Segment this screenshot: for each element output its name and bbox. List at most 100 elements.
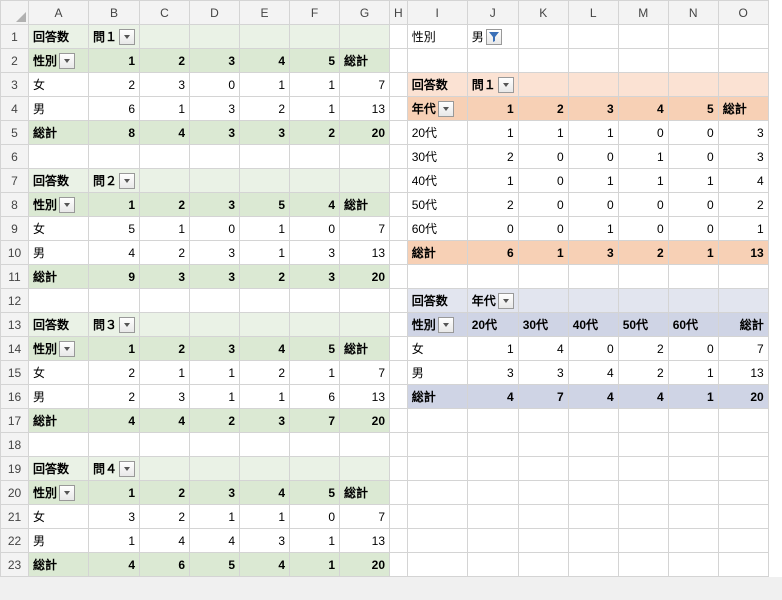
cell-I18[interactable] <box>407 433 467 457</box>
cell-I3[interactable]: 回答数 <box>407 73 467 97</box>
cell-H1[interactable] <box>390 25 408 49</box>
cell-G8[interactable]: 総計 <box>340 193 390 217</box>
cell-H20[interactable] <box>390 481 408 505</box>
row-header-7[interactable]: 7 <box>1 169 29 193</box>
cell-H13[interactable] <box>390 313 408 337</box>
cell-A6[interactable] <box>29 145 89 169</box>
cell-J17[interactable] <box>467 409 518 433</box>
cell-B1[interactable]: 問１ <box>89 25 140 49</box>
row-header-17[interactable]: 17 <box>1 409 29 433</box>
cell-H5[interactable] <box>390 121 408 145</box>
row-header-23[interactable]: 23 <box>1 553 29 577</box>
cell-C13[interactable] <box>140 313 190 337</box>
cell-O10[interactable]: 13 <box>718 241 768 265</box>
cell-N11[interactable] <box>668 265 718 289</box>
cell-O8[interactable]: 2 <box>718 193 768 217</box>
cell-A11[interactable]: 総計 <box>29 265 89 289</box>
cell-N6[interactable]: 0 <box>668 145 718 169</box>
cell-H10[interactable] <box>390 241 408 265</box>
cell-B7[interactable]: 問２ <box>89 169 140 193</box>
cell-L6[interactable]: 0 <box>568 145 618 169</box>
cell-I4[interactable]: 年代 <box>407 97 467 121</box>
cell-J14[interactable]: 1 <box>467 337 518 361</box>
cell-J19[interactable] <box>467 457 518 481</box>
cell-O2[interactable] <box>718 49 768 73</box>
cell-A9[interactable]: 女 <box>29 217 89 241</box>
cell-N7[interactable]: 1 <box>668 169 718 193</box>
cell-N18[interactable] <box>668 433 718 457</box>
cell-J5[interactable]: 1 <box>467 121 518 145</box>
col-header-D[interactable]: D <box>190 1 240 25</box>
cell-J8[interactable]: 2 <box>467 193 518 217</box>
cell-D18[interactable] <box>190 433 240 457</box>
cell-D4[interactable]: 3 <box>190 97 240 121</box>
cell-H7[interactable] <box>390 169 408 193</box>
cell-N8[interactable]: 0 <box>668 193 718 217</box>
cell-G17[interactable]: 20 <box>340 409 390 433</box>
cell-A1[interactable]: 回答数 <box>29 25 89 49</box>
pivot4-column-dropdown[interactable] <box>119 461 135 477</box>
cell-G15[interactable]: 7 <box>340 361 390 385</box>
cell-L16[interactable]: 4 <box>568 385 618 409</box>
cell-L23[interactable] <box>568 553 618 577</box>
pivot4-row-dropdown[interactable] <box>59 485 75 501</box>
cell-I19[interactable] <box>407 457 467 481</box>
cell-I8[interactable]: 50代 <box>407 193 467 217</box>
pivot2-row-dropdown[interactable] <box>59 197 75 213</box>
cell-K16[interactable]: 7 <box>518 385 568 409</box>
cell-M12[interactable] <box>618 289 668 313</box>
cell-E11[interactable]: 2 <box>240 265 290 289</box>
cell-K10[interactable]: 1 <box>518 241 568 265</box>
cell-B5[interactable]: 8 <box>89 121 140 145</box>
cell-L2[interactable] <box>568 49 618 73</box>
cell-K7[interactable]: 0 <box>518 169 568 193</box>
cell-O23[interactable] <box>718 553 768 577</box>
cell-A5[interactable]: 総計 <box>29 121 89 145</box>
cell-L15[interactable]: 4 <box>568 361 618 385</box>
cell-I21[interactable] <box>407 505 467 529</box>
cell-D7[interactable] <box>190 169 240 193</box>
cell-A21[interactable]: 女 <box>29 505 89 529</box>
cell-H16[interactable] <box>390 385 408 409</box>
cell-G23[interactable]: 20 <box>340 553 390 577</box>
cell-J11[interactable] <box>467 265 518 289</box>
cell-I1[interactable]: 性別 <box>407 25 467 49</box>
row-header-3[interactable]: 3 <box>1 73 29 97</box>
cell-D12[interactable] <box>190 289 240 313</box>
cell-F17[interactable]: 7 <box>290 409 340 433</box>
cell-L18[interactable] <box>568 433 618 457</box>
cell-A7[interactable]: 回答数 <box>29 169 89 193</box>
cell-C20[interactable]: 2 <box>140 481 190 505</box>
col-header-H[interactable]: H <box>390 1 408 25</box>
cell-B14[interactable]: 1 <box>89 337 140 361</box>
cell-D1[interactable] <box>190 25 240 49</box>
cell-O18[interactable] <box>718 433 768 457</box>
cell-M14[interactable]: 2 <box>618 337 668 361</box>
cell-L12[interactable] <box>568 289 618 313</box>
cell-I17[interactable] <box>407 409 467 433</box>
cell-F5[interactable]: 2 <box>290 121 340 145</box>
cell-L19[interactable] <box>568 457 618 481</box>
cell-M19[interactable] <box>618 457 668 481</box>
row-header-15[interactable]: 15 <box>1 361 29 385</box>
cell-I9[interactable]: 60代 <box>407 217 467 241</box>
blue-column-dropdown[interactable] <box>498 293 514 309</box>
cell-H12[interactable] <box>390 289 408 313</box>
cell-D17[interactable]: 2 <box>190 409 240 433</box>
cell-M11[interactable] <box>618 265 668 289</box>
cell-J13[interactable]: 20代 <box>467 313 518 337</box>
cell-M22[interactable] <box>618 529 668 553</box>
cell-D9[interactable]: 0 <box>190 217 240 241</box>
cell-N2[interactable] <box>668 49 718 73</box>
cell-N13[interactable]: 60代 <box>668 313 718 337</box>
cell-B19[interactable]: 問４ <box>89 457 140 481</box>
cell-F15[interactable]: 1 <box>290 361 340 385</box>
cell-F1[interactable] <box>290 25 340 49</box>
cell-C11[interactable]: 3 <box>140 265 190 289</box>
cell-K6[interactable]: 0 <box>518 145 568 169</box>
cell-K13[interactable]: 30代 <box>518 313 568 337</box>
cell-J7[interactable]: 1 <box>467 169 518 193</box>
cell-L9[interactable]: 1 <box>568 217 618 241</box>
cell-M13[interactable]: 50代 <box>618 313 668 337</box>
cell-O6[interactable]: 3 <box>718 145 768 169</box>
